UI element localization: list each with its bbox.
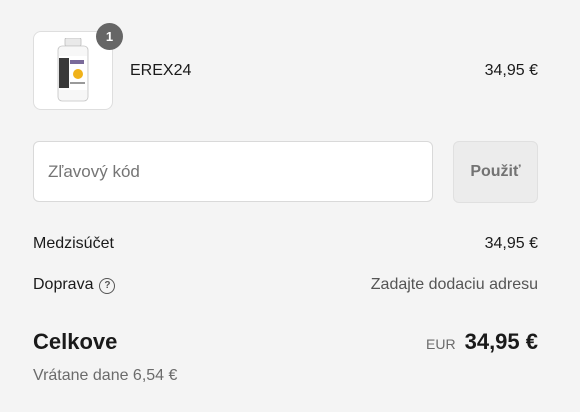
total-label: Celkove bbox=[33, 329, 118, 354]
product-price: 34,95 € bbox=[484, 62, 538, 79]
subtotal-label: Medzisúčet bbox=[33, 235, 114, 252]
apply-discount-button[interactable]: Použiť bbox=[453, 141, 538, 203]
subtotal-value: 34,95 € bbox=[484, 235, 538, 252]
product-thumbnail: 1 bbox=[33, 23, 123, 110]
product-bottle-image bbox=[57, 38, 89, 102]
currency-code: EUR bbox=[426, 336, 456, 352]
discount-code-input[interactable] bbox=[33, 141, 433, 202]
cart-line-item: 1 EREX24 34,95 € bbox=[33, 23, 538, 111]
shipping-label: Doprava bbox=[33, 276, 94, 293]
quantity-badge: 1 bbox=[96, 23, 123, 50]
taxes-note: Vrátane dane 6,54 € bbox=[33, 367, 178, 384]
total-amount: 34,95 € bbox=[464, 329, 538, 354]
help-icon[interactable]: ? bbox=[99, 278, 116, 294]
product-name: EREX24 bbox=[130, 62, 192, 79]
discount-code-row: Použiť bbox=[33, 141, 538, 204]
shipping-value: Zadajte dodaciu adresu bbox=[370, 276, 538, 293]
